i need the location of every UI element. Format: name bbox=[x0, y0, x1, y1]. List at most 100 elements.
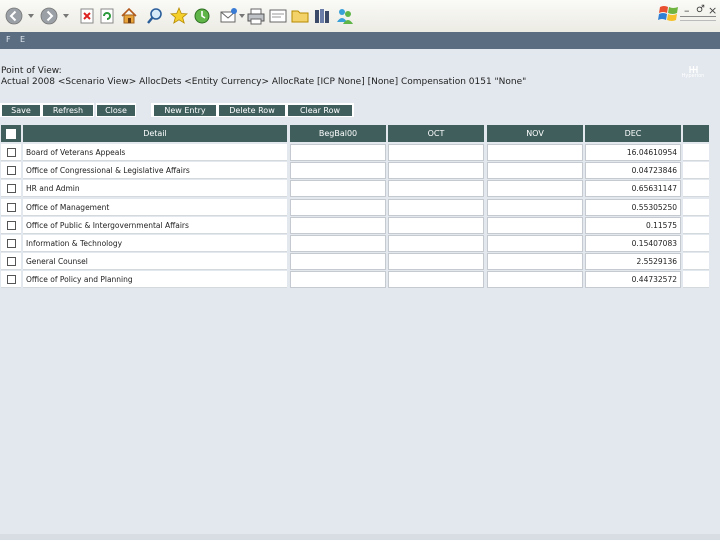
row-checkbox[interactable] bbox=[7, 221, 16, 230]
hyperion-logo: Hyperion bbox=[679, 65, 707, 80]
oct-cell[interactable] bbox=[388, 144, 484, 161]
nov-cell[interactable] bbox=[487, 235, 583, 252]
extra-cell bbox=[683, 199, 709, 216]
pov-members[interactable]: Actual 2008 <Scenario View> AllocDets <E… bbox=[1, 77, 526, 87]
row-checkbox[interactable] bbox=[7, 148, 16, 157]
messenger-icon[interactable] bbox=[336, 7, 354, 25]
oct-cell[interactable] bbox=[388, 271, 484, 288]
hyperion-logo-text: Hyperion bbox=[681, 73, 705, 79]
dec-cell[interactable]: 2.5529136 bbox=[585, 253, 681, 270]
detail-cell[interactable]: Information & Technology bbox=[23, 235, 287, 252]
mail-icon[interactable] bbox=[220, 7, 238, 25]
row-checkbox[interactable] bbox=[7, 166, 16, 175]
folder-icon[interactable] bbox=[291, 7, 309, 25]
windows-logo-icon bbox=[658, 3, 680, 25]
stop-icon[interactable] bbox=[78, 7, 96, 25]
nov-cell[interactable] bbox=[487, 217, 583, 234]
nov-cell[interactable] bbox=[487, 271, 583, 288]
pov-title: Point of View: bbox=[1, 66, 62, 76]
detail-cell[interactable]: General Counsel bbox=[23, 253, 287, 270]
window-control-separator bbox=[680, 20, 716, 21]
refresh-button[interactable]: Refresh bbox=[43, 105, 93, 116]
dec-cell[interactable]: 0.04723846 bbox=[585, 162, 681, 179]
research-icon[interactable] bbox=[313, 7, 331, 25]
oct-cell[interactable] bbox=[388, 235, 484, 252]
hyperion-mark-icon bbox=[688, 66, 698, 73]
detail-cell[interactable]: Office of Management bbox=[23, 199, 287, 216]
restore-icon[interactable]: ♂ bbox=[696, 4, 705, 15]
begbal-cell[interactable] bbox=[290, 144, 386, 161]
nov-cell[interactable] bbox=[487, 144, 583, 161]
new-entry-button[interactable]: New Entry bbox=[154, 105, 216, 116]
nov-cell[interactable] bbox=[487, 253, 583, 270]
begbal-cell[interactable] bbox=[290, 217, 386, 234]
back-dropdown-icon[interactable] bbox=[28, 14, 34, 18]
column-header-oct[interactable]: OCT bbox=[388, 125, 484, 142]
extra-cell bbox=[683, 162, 709, 179]
dec-cell[interactable]: 0.44732572 bbox=[585, 271, 681, 288]
save-button[interactable]: Save bbox=[2, 105, 40, 116]
clear-row-button[interactable]: Clear Row bbox=[288, 105, 352, 116]
row-checkbox[interactable] bbox=[7, 275, 16, 284]
delete-row-button[interactable]: Delete Row bbox=[219, 105, 285, 116]
dec-cell[interactable]: 16.04610954 bbox=[585, 144, 681, 161]
dec-cell[interactable]: 0.55305250 bbox=[585, 199, 681, 216]
dec-cell[interactable]: 0.11575 bbox=[585, 217, 681, 234]
refresh-icon[interactable] bbox=[98, 7, 116, 25]
column-header-detail[interactable]: Detail bbox=[23, 125, 287, 142]
detail-cell[interactable]: Office of Congressional & Legislative Af… bbox=[23, 162, 287, 179]
column-header-nov[interactable]: NOV bbox=[487, 125, 583, 142]
begbal-cell[interactable] bbox=[290, 162, 386, 179]
print-icon[interactable] bbox=[247, 7, 265, 25]
history-icon[interactable] bbox=[193, 7, 211, 25]
nov-cell[interactable] bbox=[487, 180, 583, 197]
begbal-cell[interactable] bbox=[290, 271, 386, 288]
dec-cell[interactable]: 0.65631147 bbox=[585, 180, 681, 197]
select-all-checkbox[interactable] bbox=[6, 128, 16, 139]
oct-cell[interactable] bbox=[388, 199, 484, 216]
edit-icon[interactable] bbox=[269, 7, 287, 25]
extra-cell bbox=[683, 144, 709, 161]
detail-cell[interactable]: Office of Public & Intergovernmental Aff… bbox=[23, 217, 287, 234]
forward-dropdown-icon[interactable] bbox=[63, 14, 69, 18]
back-icon[interactable] bbox=[5, 7, 23, 25]
menu-item-edit[interactable]: E bbox=[20, 35, 25, 44]
favorites-icon[interactable] bbox=[170, 7, 188, 25]
extra-cell bbox=[683, 217, 709, 234]
extra-cell bbox=[683, 271, 709, 288]
extra-cell bbox=[683, 253, 709, 270]
detail-cell[interactable]: Board of Veterans Appeals bbox=[23, 144, 287, 161]
search-icon[interactable] bbox=[146, 7, 164, 25]
begbal-cell[interactable] bbox=[290, 199, 386, 216]
oct-cell[interactable] bbox=[388, 253, 484, 270]
app-menu-bar: F E Hyperion bbox=[0, 32, 720, 79]
begbal-cell[interactable] bbox=[290, 180, 386, 197]
nov-cell[interactable] bbox=[487, 162, 583, 179]
home-icon[interactable] bbox=[120, 7, 138, 25]
row-checkbox[interactable] bbox=[7, 239, 16, 248]
column-header-dec[interactable]: DEC bbox=[585, 125, 681, 142]
mail-dropdown-icon[interactable] bbox=[239, 14, 245, 18]
row-checkbox[interactable] bbox=[7, 257, 16, 266]
window-control-divider bbox=[680, 16, 716, 17]
oct-cell[interactable] bbox=[388, 180, 484, 197]
oct-cell[interactable] bbox=[388, 162, 484, 179]
close-button[interactable]: Close bbox=[97, 105, 135, 116]
select-all-header bbox=[1, 125, 21, 142]
forward-icon[interactable] bbox=[40, 7, 58, 25]
row-checkbox[interactable] bbox=[7, 203, 16, 212]
column-header-extra bbox=[683, 125, 709, 142]
begbal-cell[interactable] bbox=[290, 235, 386, 252]
menu-item-file[interactable]: F bbox=[6, 35, 11, 44]
nov-cell[interactable] bbox=[487, 199, 583, 216]
row-checkbox[interactable] bbox=[7, 184, 16, 193]
detail-cell[interactable]: HR and Admin bbox=[23, 180, 287, 197]
extra-cell bbox=[683, 180, 709, 197]
dec-cell[interactable]: 0.15407083 bbox=[585, 235, 681, 252]
oct-cell[interactable] bbox=[388, 217, 484, 234]
begbal-cell[interactable] bbox=[290, 253, 386, 270]
status-strip bbox=[0, 534, 720, 540]
column-header-begbal[interactable]: BegBal00 bbox=[290, 125, 386, 142]
browser-toolbar: – ♂ × bbox=[0, 0, 720, 33]
detail-cell[interactable]: Office of Policy and Planning bbox=[23, 271, 287, 288]
